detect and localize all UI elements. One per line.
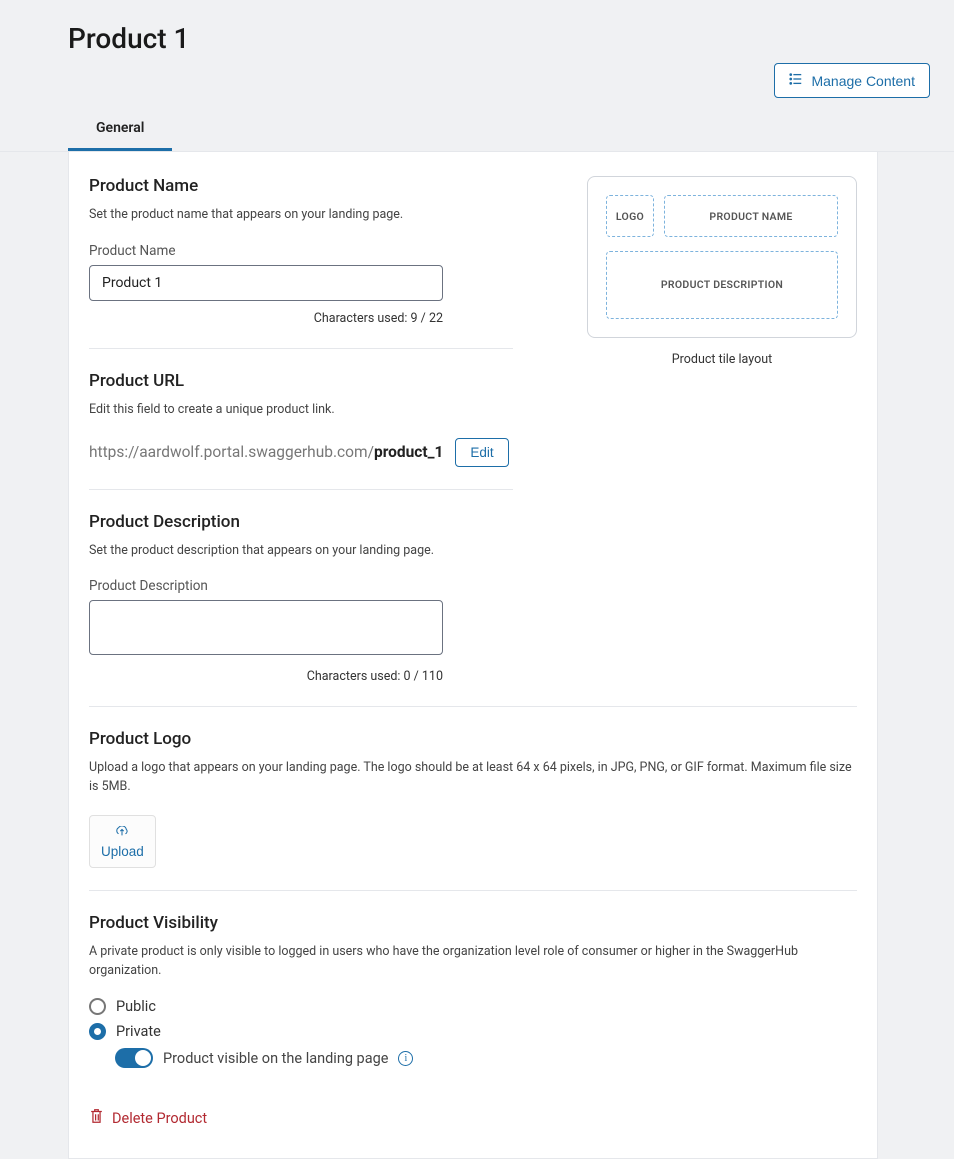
divider (89, 890, 857, 891)
tile-preview: LOGO PRODUCT NAME PRODUCT DESCRIPTION (587, 176, 857, 338)
product-name-label: Product Name (89, 243, 547, 259)
divider (89, 706, 857, 707)
edit-url-button[interactable]: Edit (455, 438, 508, 467)
delete-product-button[interactable]: Delete Product (89, 1108, 857, 1128)
visibility-public-radio[interactable] (89, 998, 106, 1015)
page-title: Product 1 (0, 0, 954, 63)
visibility-help: A private product is only visible to log… (89, 943, 857, 981)
delete-product-label: Delete Product (112, 1110, 207, 1127)
tab-general[interactable]: General (68, 108, 172, 151)
visibility-private-label: Private (116, 1023, 161, 1040)
product-description-label: Product Description (89, 578, 547, 594)
list-icon (789, 72, 803, 89)
divider (89, 489, 513, 490)
product-description-input[interactable] (89, 600, 443, 655)
product-url-title: Product URL (89, 371, 547, 391)
landing-visibility-toggle[interactable] (115, 1048, 153, 1068)
product-name-charcount: Characters used: 9 / 22 (89, 311, 443, 326)
product-logo-help: Upload a logo that appears on your landi… (89, 759, 857, 797)
product-logo-title: Product Logo (89, 729, 857, 749)
product-url-help: Edit this field to create a unique produ… (89, 401, 547, 420)
product-name-title: Product Name (89, 176, 547, 196)
product-description-help: Set the product description that appears… (89, 542, 547, 561)
upload-icon (115, 826, 129, 841)
tile-name-box: PRODUCT NAME (664, 195, 838, 237)
product-description-title: Product Description (89, 512, 547, 532)
divider (89, 348, 513, 349)
visibility-public-label: Public (116, 998, 156, 1015)
tile-logo-box: LOGO (606, 195, 654, 237)
upload-label: Upload (101, 844, 144, 859)
tile-desc-box: PRODUCT DESCRIPTION (606, 251, 838, 319)
product-description-charcount: Characters used: 0 / 110 (89, 669, 443, 684)
landing-visibility-label: Product visible on the landing page (163, 1050, 388, 1067)
tile-caption: Product tile layout (587, 352, 857, 367)
visibility-title: Product Visibility (89, 913, 857, 933)
product-name-input[interactable] (89, 265, 443, 301)
manage-content-label: Manage Content (811, 73, 915, 89)
visibility-private-radio[interactable] (89, 1023, 106, 1040)
manage-content-button[interactable]: Manage Content (774, 63, 930, 98)
upload-logo-button[interactable]: Upload (89, 815, 156, 868)
info-icon[interactable]: i (398, 1051, 413, 1066)
tab-bar: General (0, 108, 954, 152)
trash-icon (89, 1108, 104, 1128)
product-url-text: https://aardwolf.portal.swaggerhub.com/p… (89, 443, 443, 461)
product-name-help: Set the product name that appears on you… (89, 206, 547, 225)
